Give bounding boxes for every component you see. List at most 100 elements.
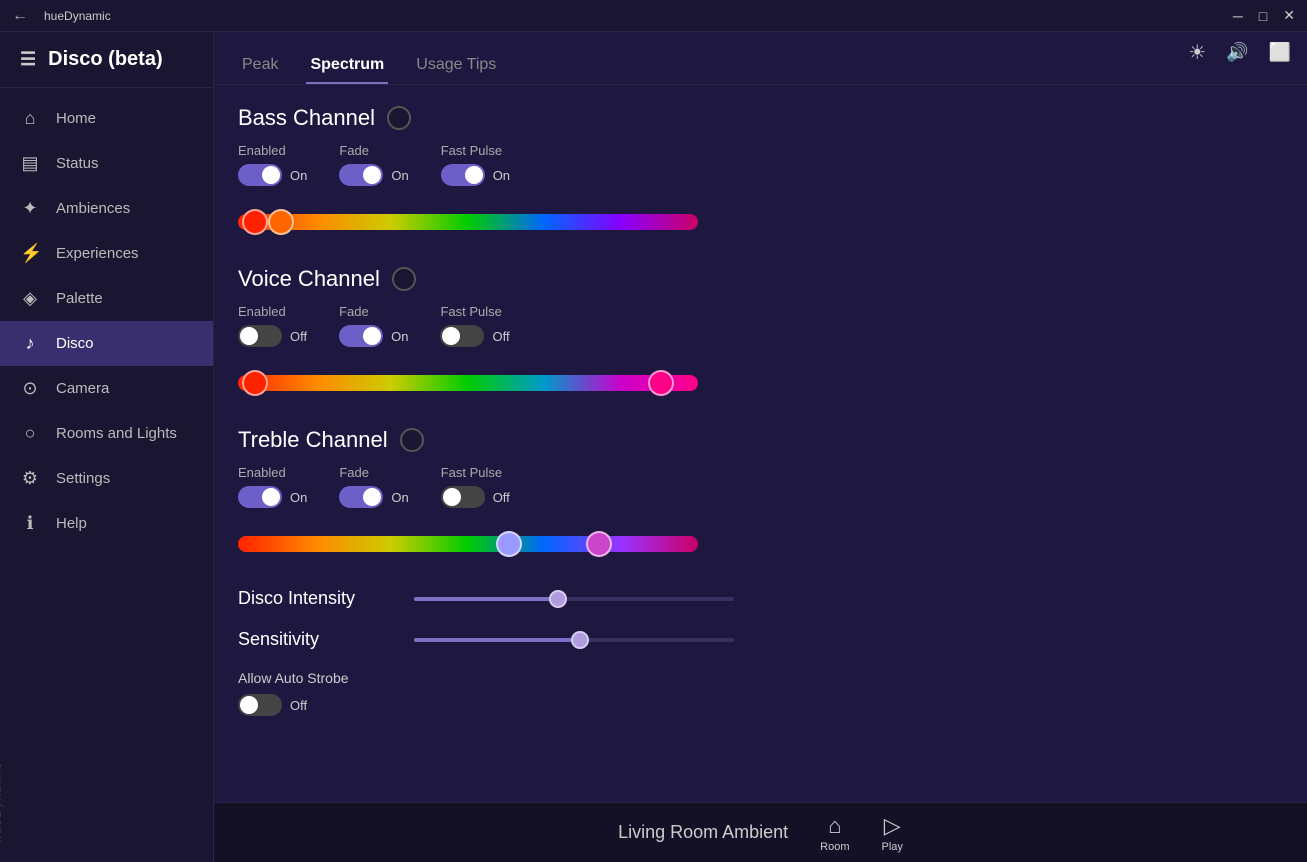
sidebar-header: ☰ Disco (beta) xyxy=(0,32,213,88)
tab-usage-tips[interactable]: Usage Tips xyxy=(412,48,500,84)
voice-channel-section: Voice Channel Enabled Off F xyxy=(238,266,1283,403)
bass-fade-inline: On xyxy=(339,164,408,186)
sensitivity-fill xyxy=(414,638,580,642)
watermark: hueDynamic xyxy=(0,761,4,842)
voice-fastpulse-thumb xyxy=(442,327,460,345)
settings-icon: ⚙ xyxy=(20,468,40,489)
close-button[interactable]: ✕ xyxy=(1283,7,1295,24)
sidebar-item-help[interactable]: ℹ Help xyxy=(0,501,213,546)
sidebar-item-disco[interactable]: ♪ Disco xyxy=(0,321,213,366)
treble-fastpulse-label: Fast Pulse xyxy=(441,465,510,480)
palette-icon: ◈ xyxy=(20,288,40,309)
sensitivity-thumb[interactable] xyxy=(571,631,589,649)
ambiences-icon: ✦ xyxy=(20,198,40,219)
disco-icon: ♪ xyxy=(20,333,40,354)
treble-fastpulse-thumb xyxy=(443,488,461,506)
tab-peak[interactable]: Peak xyxy=(238,48,282,84)
sidebar-item-experiences[interactable]: ⚡ Experiences xyxy=(0,231,213,276)
treble-enabled-toggle[interactable] xyxy=(238,486,282,508)
sidebar-label-home: Home xyxy=(56,110,96,127)
bass-fastpulse-toggle[interactable] xyxy=(441,164,485,186)
voice-fastpulse-label: Fast Pulse xyxy=(440,304,509,319)
voice-fastpulse-text: Off xyxy=(492,329,509,344)
disco-intensity-label: Disco Intensity xyxy=(238,588,398,609)
bass-thumb-1[interactable] xyxy=(242,209,268,235)
treble-thumb-1[interactable] xyxy=(496,531,522,557)
app-name: hueDynamic xyxy=(44,9,1225,23)
room-action[interactable]: ⌂ Room xyxy=(820,813,849,853)
brightness-icon[interactable]: ☀ xyxy=(1188,40,1206,65)
voice-fastpulse-inline: Off xyxy=(440,325,509,347)
bass-fastpulse-inline: On xyxy=(441,164,510,186)
sidebar-item-rooms-and-lights[interactable]: ○ Rooms and Lights xyxy=(0,411,213,456)
voice-enabled-group: Enabled Off xyxy=(238,304,307,347)
voice-thumb-2[interactable] xyxy=(648,370,674,396)
minimize-button[interactable]: ─ xyxy=(1233,8,1243,24)
disco-intensity-track[interactable] xyxy=(414,597,734,601)
treble-thumb-2[interactable] xyxy=(586,531,612,557)
sidebar-item-settings[interactable]: ⚙ Settings xyxy=(0,456,213,501)
back-button[interactable]: ← xyxy=(12,7,28,25)
voice-enabled-toggle[interactable] xyxy=(238,325,282,347)
bass-gradient-slider[interactable] xyxy=(238,202,1283,242)
volume-icon[interactable]: 🔊 xyxy=(1226,42,1248,63)
status-icon: ▤ xyxy=(20,153,40,174)
disco-intensity-thumb[interactable] xyxy=(549,590,567,608)
bass-fastpulse-thumb xyxy=(465,166,483,184)
auto-strobe-text: Off xyxy=(290,698,307,713)
voice-fade-toggle[interactable] xyxy=(339,325,383,347)
voice-controls-row: Enabled Off Fade xyxy=(238,304,1283,347)
bass-enabled-inline: On xyxy=(238,164,307,186)
sidebar-nav: ⌂ Home ▤ Status ✦ Ambiences ⚡ Experience… xyxy=(0,88,213,862)
voice-fade-text: On xyxy=(391,329,408,344)
bass-fade-group: Fade On xyxy=(339,143,408,186)
sensitivity-row: Sensitivity xyxy=(238,629,1283,650)
bass-enabled-thumb xyxy=(262,166,280,184)
auto-strobe-label: Allow Auto Strobe xyxy=(238,670,1283,686)
bass-enabled-toggle[interactable] xyxy=(238,164,282,186)
sidebar-item-ambiences[interactable]: ✦ Ambiences xyxy=(0,186,213,231)
bass-gradient-track xyxy=(238,214,698,230)
treble-enabled-label: Enabled xyxy=(238,465,307,480)
sidebar-item-status[interactable]: ▤ Status xyxy=(0,141,213,186)
sidebar-item-palette[interactable]: ◈ Palette xyxy=(0,276,213,321)
treble-fade-text: On xyxy=(391,490,408,505)
voice-thumb-1[interactable] xyxy=(242,370,268,396)
sidebar-label-rooms: Rooms and Lights xyxy=(56,425,177,442)
maximize-button[interactable]: □ xyxy=(1259,8,1267,24)
bass-thumb-2[interactable] xyxy=(268,209,294,235)
voice-fastpulse-toggle[interactable] xyxy=(440,325,484,347)
bass-fade-toggle[interactable] xyxy=(339,164,383,186)
hamburger-icon[interactable]: ☰ xyxy=(20,49,36,70)
bass-fade-text: On xyxy=(391,168,408,183)
play-action[interactable]: ▷ Play xyxy=(882,813,903,853)
bass-enabled-label: Enabled xyxy=(238,143,307,158)
treble-gradient-slider[interactable] xyxy=(238,524,1283,564)
auto-strobe-inline: Off xyxy=(238,694,1283,716)
sidebar-item-camera[interactable]: ⊙ Camera xyxy=(0,366,213,411)
treble-fastpulse-group: Fast Pulse Off xyxy=(441,465,510,508)
scroll-area[interactable]: Bass Channel Enabled On Fad xyxy=(214,85,1307,802)
auto-strobe-toggle[interactable] xyxy=(238,694,282,716)
play-icon: ▷ xyxy=(884,813,901,839)
treble-fastpulse-inline: Off xyxy=(441,486,510,508)
treble-fastpulse-toggle[interactable] xyxy=(441,486,485,508)
sidebar-item-home[interactable]: ⌂ Home xyxy=(0,96,213,141)
auto-strobe-thumb xyxy=(240,696,258,714)
bass-enabled-group: Enabled On xyxy=(238,143,307,186)
treble-fade-toggle[interactable] xyxy=(339,486,383,508)
display-icon[interactable]: ⬜ xyxy=(1269,42,1291,63)
tab-spectrum[interactable]: Spectrum xyxy=(306,48,388,84)
bass-channel-dot xyxy=(387,106,411,130)
home-icon: ⌂ xyxy=(20,108,40,129)
bass-enabled-text: On xyxy=(290,168,307,183)
room-label: Room xyxy=(820,841,849,853)
sensitivity-track[interactable] xyxy=(414,638,734,642)
main-layout: ☰ Disco (beta) ⌂ Home ▤ Status ✦ Ambienc… xyxy=(0,32,1307,862)
voice-gradient-slider[interactable] xyxy=(238,363,1283,403)
bass-fastpulse-group: Fast Pulse On xyxy=(441,143,510,186)
bass-fastpulse-label: Fast Pulse xyxy=(441,143,510,158)
voice-enabled-thumb xyxy=(240,327,258,345)
experiences-icon: ⚡ xyxy=(20,243,40,264)
camera-icon: ⊙ xyxy=(20,378,40,399)
